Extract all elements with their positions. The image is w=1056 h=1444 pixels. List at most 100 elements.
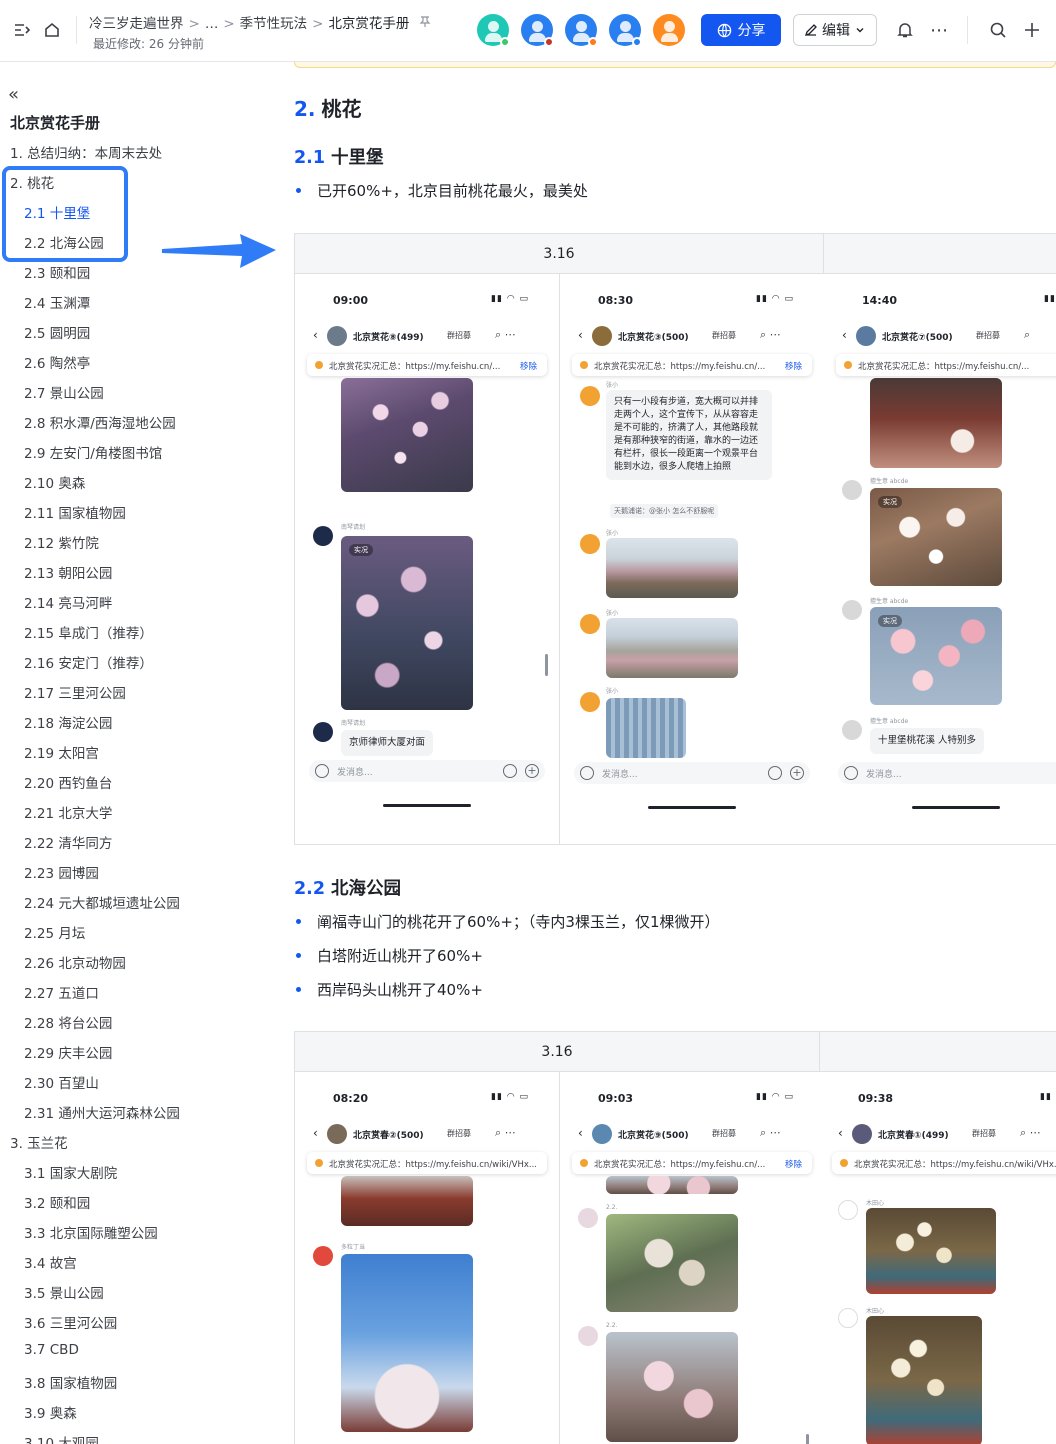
toc-item[interactable]: 2.6 陶然亭: [24, 352, 90, 372]
toc-item[interactable]: 1. 总结归纳：本周末去处: [10, 142, 162, 162]
signal-icon: ▮▮ ◠ ▭: [491, 294, 529, 304]
toc-item[interactable]: 2.13 朝阳公园: [24, 562, 112, 582]
toc-item[interactable]: 2.21 北京大学: [24, 802, 112, 822]
toc-item[interactable]: 2.19 太阳宫: [24, 742, 99, 762]
more-icon[interactable]: ⋯: [927, 18, 951, 42]
message-bubble: 只有一小段有步道，宽大概可以并排走两个人，这个宣传下，从从容容走是不可能的，挤满…: [606, 390, 772, 481]
blossom-photo: [866, 1208, 996, 1294]
share-button[interactable]: 分享: [701, 14, 781, 46]
toc-item[interactable]: 2.23 园博园: [24, 862, 99, 882]
collapse-sidebar-icon[interactable]: «: [8, 84, 19, 105]
toc-item[interactable]: 2.16 安定门（推荐）: [24, 652, 153, 672]
toc-item[interactable]: 2.26 北京动物园: [24, 952, 126, 972]
toc-toggle-icon[interactable]: [10, 18, 34, 42]
breadcrumb-item-ellipsis[interactable]: …: [205, 16, 219, 32]
toc-item[interactable]: 2.5 圆明园: [24, 322, 90, 342]
toc-item[interactable]: 3.2 颐和园: [24, 1192, 90, 1212]
gallery-header: 3.16: [295, 234, 1056, 274]
chevron-down-icon: [856, 28, 864, 33]
toc-item[interactable]: 2.31 通州大运河森林公园: [24, 1102, 180, 1122]
chat-header: ‹ 北京赏春②(500) 群招募 ⌕ ⋯: [309, 1124, 549, 1144]
toc-item[interactable]: 2.3 颐和园: [24, 262, 90, 282]
sender-avatar: [842, 600, 862, 620]
sender-name: 张小: [606, 382, 619, 389]
toc-item[interactable]: 2.20 西钓鱼台: [24, 772, 112, 792]
group-name: 北京赏花⑦(500): [882, 333, 953, 343]
chat-screenshot: 09:03 ▮▮ ◠ ▭ ‹ 北京赏花⑨(500) 群招募 ⌕ ⋯ 北京赏花实况…: [560, 1072, 824, 1444]
toc-item[interactable]: 2.25 月坛: [24, 922, 85, 942]
pin-icon[interactable]: [419, 16, 431, 32]
last-modified: 最近修改: 26 分钟前: [93, 37, 204, 51]
search-icon[interactable]: [986, 18, 1010, 42]
toc-title[interactable]: 北京赏花手册: [10, 112, 100, 133]
toc-item[interactable]: 3.7 CBD: [24, 1342, 79, 1358]
toc-item[interactable]: 3.6 三里河公园: [24, 1312, 117, 1332]
chat-header: ‹ 北京赏春①(499) 群招募 ⌕ ⋯: [834, 1124, 1056, 1144]
add-icon[interactable]: [1020, 18, 1044, 42]
sender-avatar: [842, 480, 862, 500]
edit-mode-dropdown[interactable]: 编辑: [793, 14, 877, 46]
toc-item[interactable]: 2.15 阜成门（推荐）: [24, 622, 153, 642]
toc-item[interactable]: 2.28 将台公园: [24, 1012, 112, 1032]
sender-name: 南琴请划: [341, 524, 366, 531]
home-indicator: [383, 804, 471, 807]
collaborator-avatar[interactable]: [609, 14, 642, 47]
toc-item[interactable]: 2.29 庆丰公园: [24, 1042, 112, 1062]
sender-name: 多粒丁当: [341, 1244, 366, 1251]
toc-item[interactable]: 2.8 积水潭/西海湿地公园: [24, 412, 176, 432]
breadcrumb-separator: >: [223, 16, 235, 32]
bullet-item: 已开60%+，北京目前桃花最火，最美处: [296, 180, 588, 201]
collaborator-avatar[interactable]: [477, 14, 510, 47]
toc-item[interactable]: 2.17 三里河公园: [24, 682, 126, 702]
toc-item[interactable]: 3.10 大观园: [24, 1432, 99, 1444]
blossom-photo: [606, 1214, 738, 1312]
toc-item[interactable]: 2.4 玉渊潭: [24, 292, 90, 312]
sender-avatar: [580, 534, 600, 554]
toc-item[interactable]: 2.10 奥森: [24, 472, 85, 492]
group-manager-label: 群招募: [447, 1129, 471, 1138]
blossom-photo: 实况: [341, 536, 473, 710]
bullet-item: 白塔附近山桃开了60%+: [296, 945, 483, 966]
blossom-photo: [606, 1176, 738, 1194]
breadcrumb-item-space[interactable]: 冷三岁走遍世界: [89, 12, 184, 32]
collaborator-avatar[interactable]: [565, 14, 598, 47]
home-icon[interactable]: [40, 18, 64, 42]
toc-item[interactable]: 3.4 故宫: [24, 1252, 77, 1272]
toc-item[interactable]: 3.8 国家植物园: [24, 1372, 117, 1392]
pinned-message: 北京赏花实况汇总：https://my.feishu.cn/wiki/VHx..…: [832, 1152, 1056, 1174]
pinned-message: 北京赏花实况汇总：https://my.feishu.cn/... 移除: [572, 354, 812, 376]
bell-icon[interactable]: [893, 18, 917, 42]
toc-item[interactable]: 3.9 奥森: [24, 1402, 77, 1422]
home-indicator: [648, 806, 736, 809]
toc-item[interactable]: 2.27 五道口: [24, 982, 99, 1002]
sender-avatar: [838, 1200, 858, 1220]
pinned-message: 北京赏花实况汇总：https://my.feishu.cn/... 移除: [572, 1152, 812, 1174]
toc-item[interactable]: 2.11 国家植物园: [24, 502, 126, 522]
blossom-photo: [341, 1254, 473, 1432]
toc-item[interactable]: 2.18 海淀公园: [24, 712, 112, 732]
toc-item[interactable]: 2.7 景山公园: [24, 382, 104, 402]
toc-item[interactable]: 2.9 左安门/角楼图书馆: [24, 442, 162, 462]
sender-avatar: [580, 386, 600, 406]
collaborator-avatar[interactable]: [653, 14, 685, 46]
toc-item[interactable]: 3.3 北京国际雕塑公园: [24, 1222, 158, 1242]
toc-item[interactable]: 2.24 元大都城垣遗址公园: [24, 892, 180, 912]
sender-avatar: [313, 526, 333, 546]
toc-item[interactable]: 2.14 亮马河畔: [24, 592, 112, 612]
toc-item[interactable]: 3.1 国家大剧院: [24, 1162, 117, 1182]
toc-item[interactable]: 2.22 清华同方: [24, 832, 112, 852]
breadcrumb-item-folder[interactable]: 季节性玩法: [240, 12, 308, 32]
signal-icon: ▮▮ ◠ ▭: [756, 1092, 794, 1102]
gallery-date: 3.16: [543, 246, 575, 262]
toc-item[interactable]: 3. 玉兰花: [10, 1132, 68, 1152]
message-input: 发消息...: [838, 762, 1056, 784]
group-avatar: [327, 326, 347, 346]
screenshot-gallery: 3.16 09:00 ▮▮ ◠ ▭ ‹ 北京赏花⑧(499) 群招募 ⌕ ⋯ 北…: [294, 233, 1056, 845]
heading-text: 十里堡: [331, 148, 384, 168]
sender-name: 木田心: [866, 1200, 885, 1207]
toc-item[interactable]: 2.12 紫竹院: [24, 532, 99, 552]
toc-item[interactable]: 3.5 景山公园: [24, 1282, 104, 1302]
toc-item[interactable]: 2.30 百望山: [24, 1072, 99, 1092]
collaborator-avatar[interactable]: [521, 14, 554, 47]
group-manager-label: 群招募: [976, 331, 1000, 340]
